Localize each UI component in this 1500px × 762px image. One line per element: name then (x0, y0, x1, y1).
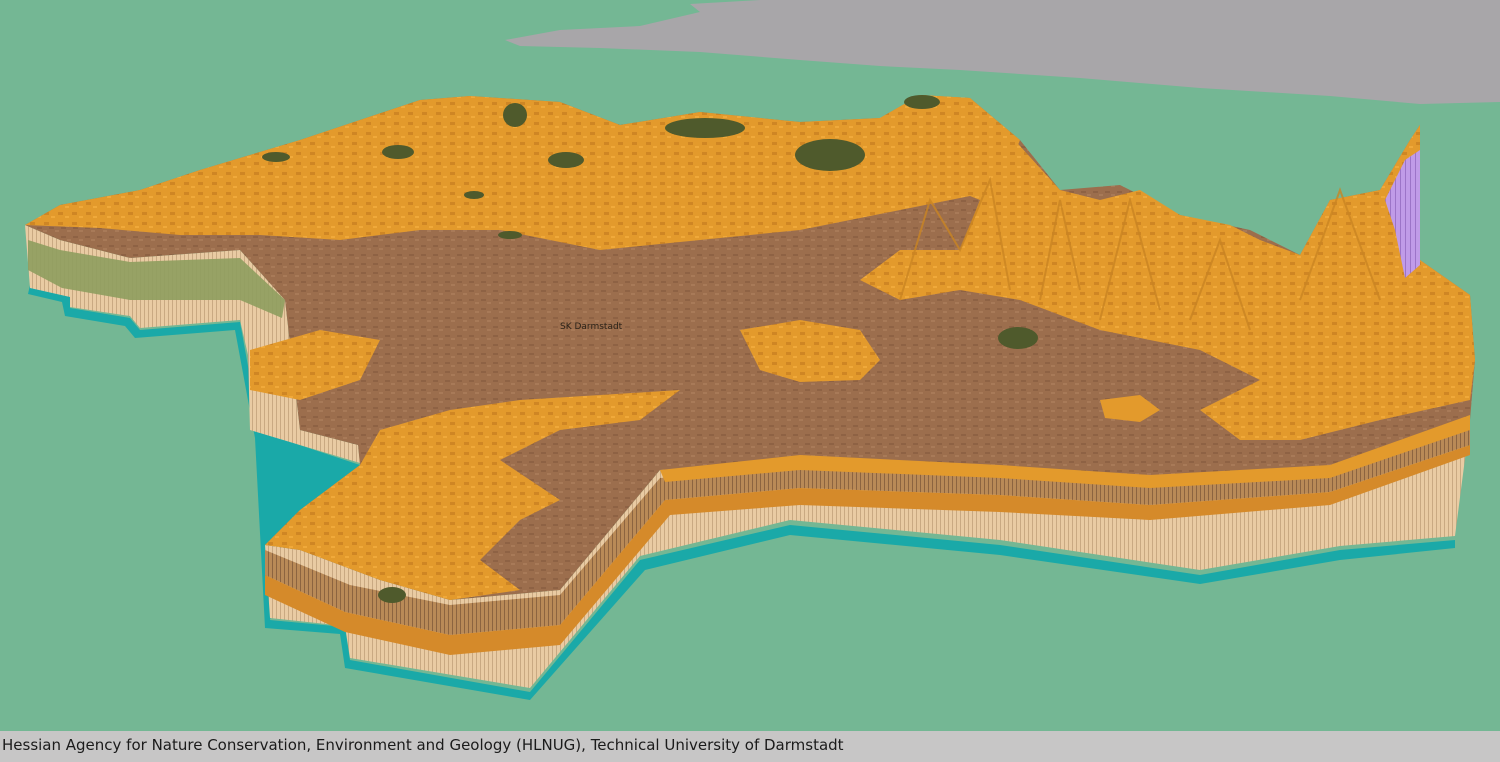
geological-model-view: SK Darmstadt (0, 0, 1500, 731)
map-label-darmstadt: SK Darmstadt (560, 322, 623, 332)
model-canvas: SK Darmstadt (25, 0, 1500, 700)
caption-text: Hessian Agency for Nature Conservation, … (2, 736, 844, 754)
caption-bar: Hessian Agency for Nature Conservation, … (0, 731, 1500, 762)
sky-cloud (505, 0, 1500, 104)
